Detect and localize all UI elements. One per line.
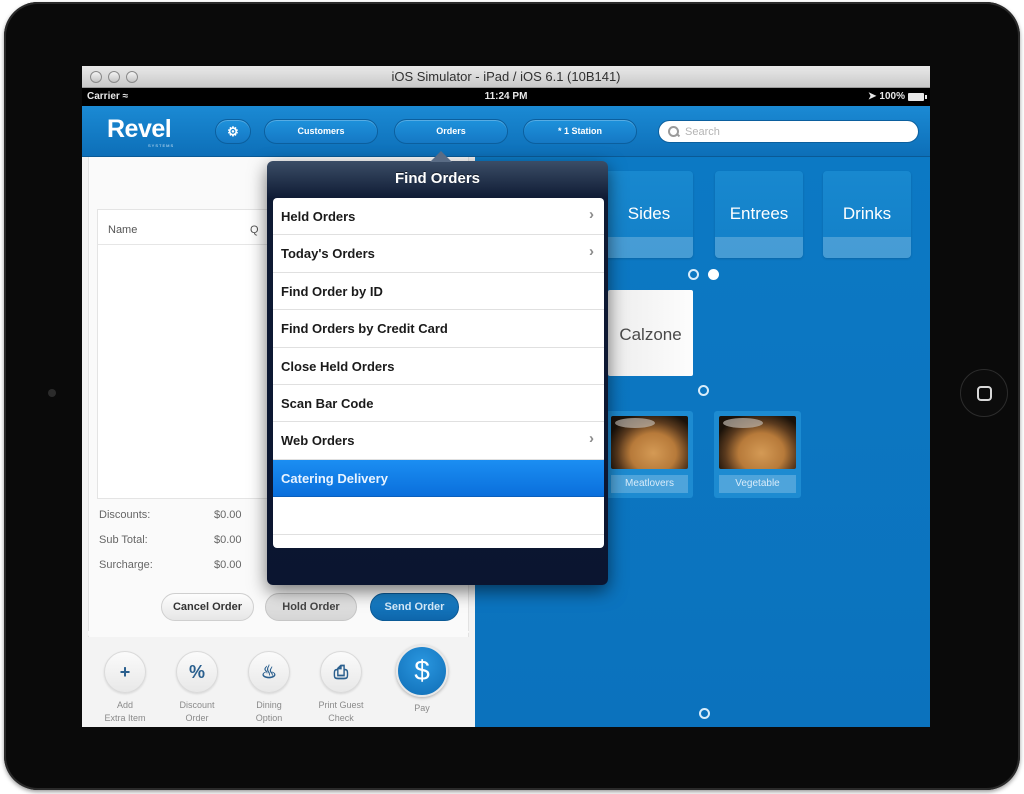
menu-item-web-orders[interactable]: Web Orders ›: [273, 422, 604, 460]
receipt-torn-edge: [88, 631, 469, 639]
gear-icon: ⚙: [227, 124, 239, 139]
battery-percent: 100%: [879, 91, 905, 102]
totals-value: $0.00: [214, 559, 242, 571]
pay-button[interactable]: $ Pay: [392, 645, 452, 715]
simulator-window: iOS Simulator - iPad / iOS 6.1 (10B141) …: [82, 66, 930, 727]
menu-item-close-held-orders[interactable]: Close Held Orders: [273, 348, 604, 385]
location-arrow-icon: ➤: [868, 91, 877, 102]
category-tile-drinks[interactable]: Drinks: [823, 171, 911, 258]
front-camera: [48, 389, 56, 397]
revel-logo: Revel: [107, 115, 172, 143]
chevron-right-icon: ›: [589, 206, 594, 223]
print-guest-check-button[interactable]: ⎙ Print Guest Check: [311, 651, 371, 725]
product-name: Calzone: [619, 325, 682, 344]
totals-label: Discounts:: [99, 509, 151, 521]
product-photo: [719, 416, 796, 469]
app-navbar: Revel SYSTEMS ⚙ Customers Orders * 1 Sta…: [82, 106, 930, 157]
bottom-page-dot[interactable]: [699, 708, 710, 719]
menu-item-find-orders-by-credit-card[interactable]: Find Orders by Credit Card: [273, 310, 604, 348]
totals-row-discounts: Discounts: $0.00: [99, 509, 249, 521]
window-titlebar: iOS Simulator - iPad / iOS 6.1 (10B141): [82, 66, 930, 88]
totals-label: Surcharge:: [99, 559, 153, 571]
product-photo: [611, 416, 688, 469]
totals-value: $0.00: [214, 509, 242, 521]
find-orders-popover: Find Orders Held Orders › Today's Orders…: [267, 151, 608, 585]
dining-option-button[interactable]: ♨ Dining Option: [239, 651, 299, 725]
menu-item-label: Scan Bar Code: [281, 395, 374, 411]
battery-icon: [908, 92, 927, 101]
menu-item-label: Find Order by ID: [281, 283, 383, 299]
plate-cutlery-icon: ♨: [248, 651, 290, 693]
window-title: iOS Simulator - iPad / iOS 6.1 (10B141): [391, 69, 621, 84]
column-header-name: Name: [108, 224, 138, 236]
search-field[interactable]: [658, 120, 919, 143]
product-page-dot[interactable]: [698, 385, 709, 396]
category-page-dot-1[interactable]: [688, 269, 699, 280]
plus-icon: +: [104, 651, 146, 693]
discount-order-button[interactable]: % Discount Order: [167, 651, 227, 725]
category-tile-bar: [715, 237, 803, 258]
totals-row-surcharge: Surcharge: $0.00: [99, 559, 249, 571]
popover-arrow: [430, 151, 452, 162]
category-name: Sides: [627, 204, 671, 223]
product-tile-vegetable[interactable]: Vegetable: [714, 411, 801, 498]
category-page-dot-2-active[interactable]: [708, 269, 719, 280]
percent-icon: %: [176, 651, 218, 693]
send-order-button[interactable]: Send Order: [370, 593, 459, 621]
revel-logo-subtitle: SYSTEMS: [148, 143, 175, 148]
station-button[interactable]: * 1 Station: [523, 119, 637, 144]
action-label: Discount Order: [179, 700, 215, 723]
column-header-quantity: Q: [250, 224, 259, 236]
menu-item-find-order-by-id[interactable]: Find Order by ID: [273, 273, 604, 311]
menu-item-held-orders[interactable]: Held Orders ›: [273, 198, 604, 236]
category-tile-bar: [823, 237, 911, 258]
find-orders-list: Held Orders › Today's Orders › Find Orde…: [273, 198, 604, 548]
category-tile-bar: [605, 237, 693, 258]
menu-item-todays-orders[interactable]: Today's Orders ›: [273, 235, 604, 273]
product-tile-calzone[interactable]: Calzone: [608, 290, 693, 376]
orders-button[interactable]: Orders: [394, 119, 508, 144]
clock: 11:24 PM: [484, 91, 528, 102]
menu-item-label: Web Orders: [281, 433, 355, 449]
dollar-icon: $: [396, 645, 448, 697]
printer-icon: ⎙: [320, 651, 362, 693]
chevron-right-icon: ›: [589, 243, 594, 261]
customers-button[interactable]: Customers: [264, 119, 378, 144]
cancel-order-button[interactable]: Cancel Order: [161, 593, 254, 621]
product-name: Meatlovers: [611, 475, 688, 493]
category-tile-sides[interactable]: Sides: [605, 171, 693, 258]
popover-title: Find Orders: [394, 170, 480, 187]
hold-order-button[interactable]: Hold Order: [265, 593, 357, 621]
empty-row: [273, 497, 604, 535]
action-label: Print Guest Check: [318, 700, 364, 723]
category-name: Drinks: [842, 204, 892, 223]
add-extra-item-button[interactable]: + Add Extra Item: [95, 651, 155, 725]
menu-item-label: Held Orders: [281, 209, 356, 224]
menu-item-label: Today's Orders: [281, 246, 375, 262]
menu-item-label: Close Held Orders: [281, 358, 395, 374]
menu-item-catering-delivery[interactable]: Catering Delivery: [273, 459, 604, 498]
action-label: Pay: [414, 703, 430, 713]
action-label: Add Extra Item: [104, 700, 146, 723]
totals-label: Sub Total:: [99, 534, 148, 546]
menu-item-scan-bar-code[interactable]: Scan Bar Code: [273, 385, 604, 423]
product-tile-meatlovers[interactable]: Meatlovers: [606, 411, 693, 498]
product-name: Vegetable: [719, 475, 796, 493]
menu-item-label: Catering Delivery: [281, 470, 388, 486]
settings-button[interactable]: ⚙: [215, 119, 251, 144]
ios-status-bar: Carrier ≈ 11:24 PM ➤ 100%: [82, 88, 930, 106]
category-tile-entrees[interactable]: Entrees: [715, 171, 803, 258]
totals-value: $0.00: [214, 534, 242, 546]
menu-item-label: Find Orders by Credit Card: [281, 321, 448, 337]
search-input[interactable]: [685, 125, 905, 138]
totals-row-subtotal: Sub Total: $0.00: [99, 534, 249, 546]
category-name: Entrees: [729, 204, 789, 223]
home-square-icon: [976, 385, 992, 401]
chevron-right-icon: ›: [589, 430, 594, 448]
search-icon: [668, 125, 680, 138]
battery-indicator: ➤ 100%: [868, 91, 927, 102]
action-label: Dining Option: [255, 700, 283, 723]
home-button[interactable]: [960, 369, 1008, 417]
